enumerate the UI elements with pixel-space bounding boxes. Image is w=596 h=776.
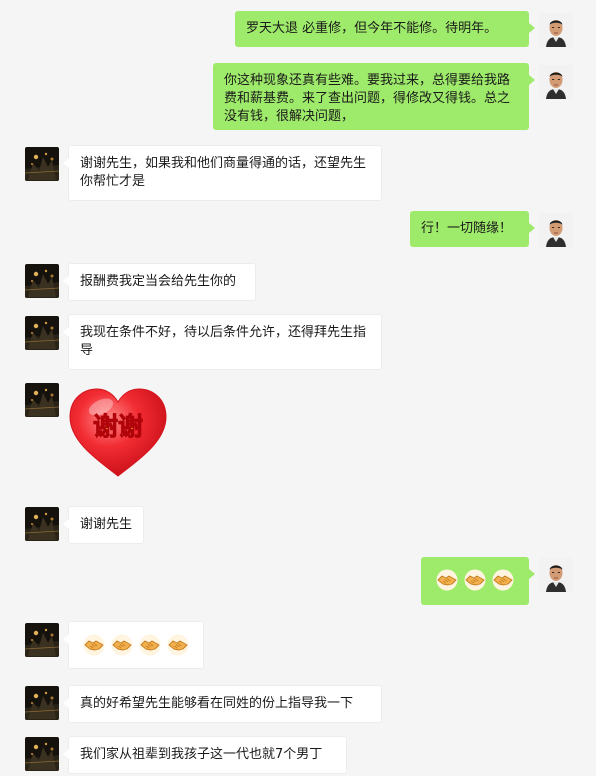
message-text: 报酬费我定当会给先生你的 bbox=[80, 274, 237, 289]
message-text: 罗天大退 必重修，但今年不能修。待明年。 bbox=[246, 21, 498, 36]
message-text: 我们家从祖辈到我孩子这一代也就7个男丁 bbox=[80, 747, 323, 762]
self-avatar[interactable] bbox=[539, 65, 573, 99]
message-bubble[interactable] bbox=[63, 621, 204, 669]
message-row: 你这种现象还真有些难。要我过来，总得要给我路费和薪基费。来了查出问题，得修改又得… bbox=[0, 63, 596, 131]
message-bubble[interactable]: 谢谢先生，如果我和他们商量得通的话，还望先生你帮忙才是 bbox=[63, 145, 382, 201]
handshake-icon bbox=[167, 634, 189, 656]
message-row: 谢谢先生 bbox=[0, 506, 596, 544]
message-row: 报酬费我定当会给先生你的 bbox=[0, 263, 596, 301]
message-bubble[interactable]: 你这种现象还真有些难。要我过来，总得要给我路费和薪基费。来了查出问题，得修改又得… bbox=[213, 63, 535, 130]
message-bubble[interactable]: 谢谢先生 bbox=[63, 506, 144, 544]
message-bubble[interactable]: 我现在条件不好，待以后条件允许，还得拜先生指导 bbox=[63, 314, 382, 370]
message-bubble[interactable]: 真的好希望先生能够看在同姓的份上指导我一下 bbox=[63, 685, 382, 723]
message-row: 谢谢 bbox=[0, 381, 596, 481]
message-bubble[interactable] bbox=[421, 557, 535, 605]
contact-avatar[interactable] bbox=[25, 623, 59, 657]
handshake-icon bbox=[492, 569, 514, 591]
message-text: 真的好希望先生能够看在同姓的份上指导我一下 bbox=[80, 696, 354, 711]
contact-avatar[interactable] bbox=[25, 686, 59, 720]
self-avatar[interactable] bbox=[539, 558, 573, 592]
handshake-icon bbox=[139, 634, 161, 656]
handshake-icon bbox=[83, 634, 105, 656]
message-bubble[interactable]: 罗天大退 必重修，但今年不能修。待明年。 bbox=[235, 11, 535, 47]
message-row: 罗天大退 必重修，但今年不能修。待明年。 bbox=[0, 11, 596, 49]
message-row: 真的好希望先生能够看在同姓的份上指导我一下 bbox=[0, 685, 596, 723]
message-bubble[interactable]: 行！一切随缘！ bbox=[410, 211, 535, 247]
message-bubble[interactable]: 报酬费我定当会给先生你的 bbox=[63, 263, 256, 301]
message-text: 你这种现象还真有些难。要我过来，总得要给我路费和薪基费。来了查出问题，得修改又得… bbox=[224, 73, 511, 124]
message-text: 我现在条件不好，待以后条件允许，还得拜先生指导 bbox=[80, 325, 367, 358]
contact-avatar[interactable] bbox=[25, 316, 59, 350]
message-text: 行！一切随缘！ bbox=[421, 221, 513, 236]
message-row bbox=[0, 621, 596, 671]
message-row: 谢谢先生，如果我和他们商量得通的话，还望先生你帮忙才是 bbox=[0, 145, 596, 201]
self-avatar[interactable] bbox=[539, 213, 573, 247]
message-text: 谢谢先生 bbox=[80, 517, 133, 532]
contact-avatar[interactable] bbox=[25, 147, 59, 181]
contact-avatar[interactable] bbox=[25, 737, 59, 771]
contact-avatar[interactable] bbox=[25, 264, 59, 298]
message-text: 谢谢先生，如果我和他们商量得通的话，还望先生你帮忙才是 bbox=[80, 156, 367, 189]
contact-avatar[interactable] bbox=[25, 383, 59, 417]
handshake-icon bbox=[111, 634, 133, 656]
message-bubble[interactable]: 我们家从祖辈到我孩子这一代也就7个男丁 bbox=[63, 736, 347, 774]
handshake-icon bbox=[436, 569, 458, 591]
self-avatar[interactable] bbox=[539, 13, 573, 47]
message-row: 我们家从祖辈到我孩子这一代也就7个男丁 bbox=[0, 736, 596, 774]
sticker-text: 谢谢 bbox=[93, 412, 143, 441]
thanks-heart-sticker[interactable]: 谢谢 bbox=[66, 385, 170, 481]
contact-avatar[interactable] bbox=[25, 507, 59, 541]
message-row bbox=[0, 557, 596, 607]
message-row: 行！一切随缘！ bbox=[0, 211, 596, 249]
message-row: 我现在条件不好，待以后条件允许，还得拜先生指导 bbox=[0, 314, 596, 370]
handshake-icon bbox=[464, 569, 486, 591]
